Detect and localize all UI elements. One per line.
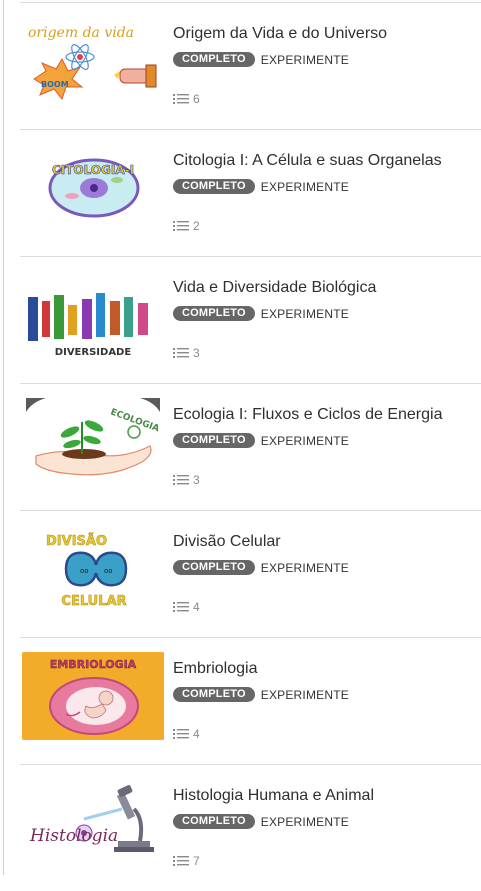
- svg-text:CITOLOGIA-I: CITOLOGIA-I: [52, 163, 134, 177]
- course-badges: COMPLETO EXPERIMENTE: [173, 52, 349, 67]
- left-border: [3, 0, 4, 875]
- lesson-count-value: 3: [193, 346, 200, 360]
- lesson-count: 4: [173, 727, 200, 741]
- course-title[interactable]: Divisão Celular: [173, 533, 281, 551]
- lesson-count-value: 7: [193, 854, 200, 868]
- course-badges: COMPLETO EXPERIMENTE: [173, 814, 349, 829]
- course-title[interactable]: Vida e Diversidade Biológica: [173, 279, 376, 297]
- lesson-count: 4: [173, 600, 200, 614]
- lesson-count: 6: [173, 92, 200, 106]
- svg-text:CELULAR: CELULAR: [61, 594, 126, 609]
- course-title[interactable]: Histologia Humana e Animal: [173, 787, 374, 805]
- course-item[interactable]: DIVERSIDADE Vida e Diversidade Biológica…: [20, 256, 481, 383]
- course-title[interactable]: Origem da Vida e do Universo: [173, 25, 387, 43]
- lesson-count-value: 4: [193, 727, 200, 741]
- list-icon: [173, 94, 189, 104]
- divisao-thumbnail-art: DIVISÃO oo oo CELULAR: [22, 525, 164, 613]
- status-badge: COMPLETO: [173, 433, 255, 448]
- origem-thumbnail-art: origem da vida BOOM: [22, 17, 164, 105]
- course-badges: COMPLETO EXPERIMENTE: [173, 306, 349, 321]
- svg-text:DIVERSIDADE: DIVERSIDADE: [55, 347, 132, 358]
- course-title[interactable]: Citologia I: A Célula e suas Organelas: [173, 152, 442, 170]
- lesson-count: 2: [173, 219, 200, 233]
- svg-text:oo: oo: [80, 567, 89, 575]
- course-thumbnail[interactable]: DIVISÃO oo oo CELULAR: [22, 525, 164, 613]
- status-badge: COMPLETO: [173, 179, 255, 194]
- course-thumbnail[interactable]: DIVERSIDADE: [22, 271, 164, 359]
- diversidade-thumbnail-art: DIVERSIDADE: [22, 271, 164, 359]
- citologia-thumbnail-art: CITOLOGIA-I: [22, 144, 164, 232]
- list-icon: [173, 475, 189, 485]
- svg-text:oo: oo: [104, 567, 113, 575]
- course-item[interactable]: origem da vida BOOM Origem da Vida e do …: [20, 2, 481, 129]
- list-icon: [173, 221, 189, 231]
- course-list: origem da vida BOOM Origem da Vida e do …: [20, 2, 481, 891]
- experiment-label[interactable]: EXPERIMENTE: [261, 180, 349, 194]
- experiment-label[interactable]: EXPERIMENTE: [261, 307, 349, 321]
- ecologia-thumbnail-art: ECOLOGIA: [22, 398, 164, 486]
- experiment-label[interactable]: EXPERIMENTE: [261, 815, 349, 829]
- status-badge: COMPLETO: [173, 687, 255, 702]
- course-item[interactable]: DIVISÃO oo oo CELULAR Divisão Celular CO…: [20, 510, 481, 637]
- experiment-label[interactable]: EXPERIMENTE: [261, 688, 349, 702]
- embriologia-thumbnail-art: EMBRIOLOGIA: [22, 652, 164, 740]
- svg-text:EMBRIOLOGIA: EMBRIOLOGIA: [50, 658, 137, 671]
- course-item[interactable]: Histologia Histologia Humana e Animal CO…: [20, 764, 481, 891]
- lesson-count-value: 2: [193, 219, 200, 233]
- course-title[interactable]: Embriologia: [173, 660, 257, 678]
- course-badges: COMPLETO EXPERIMENTE: [173, 560, 349, 575]
- svg-text:BOOM: BOOM: [41, 80, 69, 89]
- course-badges: COMPLETO EXPERIMENTE: [173, 687, 349, 702]
- course-thumbnail[interactable]: CITOLOGIA-I: [22, 144, 164, 232]
- histologia-thumbnail-art: Histologia: [22, 779, 164, 867]
- course-badges: COMPLETO EXPERIMENTE: [173, 179, 349, 194]
- course-thumbnail[interactable]: ECOLOGIA: [22, 398, 164, 486]
- list-icon: [173, 856, 189, 866]
- experiment-label[interactable]: EXPERIMENTE: [261, 561, 349, 575]
- list-icon: [173, 602, 189, 612]
- svg-text:Histologia: Histologia: [29, 826, 118, 846]
- lesson-count: 7: [173, 854, 200, 868]
- svg-text:origem da vida: origem da vida: [28, 25, 134, 41]
- course-thumbnail[interactable]: Histologia: [22, 779, 164, 867]
- course-thumbnail[interactable]: origem da vida BOOM: [22, 17, 164, 105]
- lesson-count: 3: [173, 346, 200, 360]
- course-item[interactable]: EMBRIOLOGIA Embriologia COMPLETO EXPERIM…: [20, 637, 481, 764]
- lesson-count-value: 4: [193, 600, 200, 614]
- course-thumbnail[interactable]: EMBRIOLOGIA: [22, 652, 164, 740]
- lesson-count-value: 3: [193, 473, 200, 487]
- lesson-count-value: 6: [193, 92, 200, 106]
- status-badge: COMPLETO: [173, 52, 255, 67]
- course-item[interactable]: CITOLOGIA-I Citologia I: A Célula e suas…: [20, 129, 481, 256]
- experiment-label[interactable]: EXPERIMENTE: [261, 53, 349, 67]
- status-badge: COMPLETO: [173, 560, 255, 575]
- course-badges: COMPLETO EXPERIMENTE: [173, 433, 349, 448]
- status-badge: COMPLETO: [173, 306, 255, 321]
- course-title[interactable]: Ecologia I: Fluxos e Ciclos de Energia: [173, 406, 442, 424]
- list-icon: [173, 348, 189, 358]
- list-icon: [173, 729, 189, 739]
- course-item[interactable]: ECOLOGIA Ecologia I: Fluxos e Ciclos de …: [20, 383, 481, 510]
- experiment-label[interactable]: EXPERIMENTE: [261, 434, 349, 448]
- lesson-count: 3: [173, 473, 200, 487]
- svg-text:DIVISÃO: DIVISÃO: [46, 533, 107, 549]
- status-badge: COMPLETO: [173, 814, 255, 829]
